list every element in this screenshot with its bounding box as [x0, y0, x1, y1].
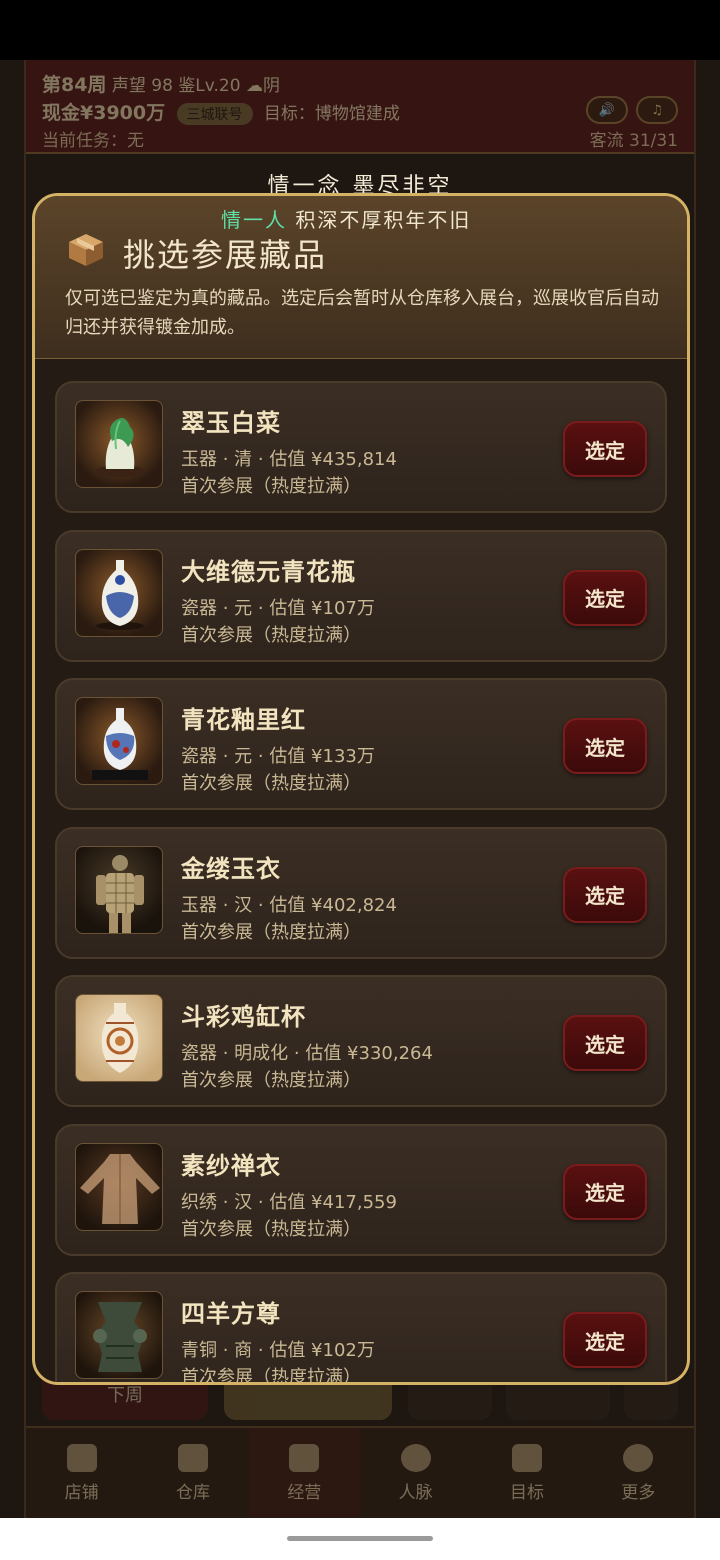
game-screen: 第84周 声望 98 鉴Lv.20 ☁阴 现金¥3900万 三城联号 目标：博物…	[0, 60, 720, 1518]
nav-label: 目标	[509, 1482, 544, 1503]
music-note-icon: ♫	[651, 102, 663, 118]
item-meta: 玉器 · 清 · 估值 ¥435,814	[181, 449, 397, 470]
red-blue-vase-image	[75, 697, 163, 785]
weather-label: ☁阴	[245, 76, 280, 96]
nav-more[interactable]: 更多	[583, 1428, 694, 1518]
item-name: 四羊方尊	[181, 1300, 281, 1328]
reputation-label: 声望 98	[111, 76, 173, 96]
poem-line-modal: 情一人 积深不厚积年不旧	[221, 204, 471, 233]
header-cash-row: 现金¥3900万 三城联号 目标：博物馆建成	[42, 98, 400, 125]
shop-icon	[66, 1443, 97, 1472]
nav-shop[interactable]: 店铺	[26, 1428, 137, 1518]
music-button[interactable]: ♫	[636, 96, 678, 124]
item-note: 首次参展（热度拉满）	[181, 921, 361, 943]
nav-label: 更多	[621, 1482, 656, 1503]
silk-robe-image	[75, 1142, 163, 1231]
modal-title: 挑选参展藏品	[123, 236, 328, 274]
item-note: 首次参展（热度拉满）	[181, 624, 361, 646]
nav-warehouse[interactable]: 仓库	[137, 1428, 248, 1518]
poem-highlight: 情一人	[221, 208, 287, 232]
item-name: 斗彩鸡缸杯	[181, 1003, 306, 1031]
modal-header: 情一人 积深不厚积年不旧 挑选参展藏品 仅可选已鉴定为真的藏品。选定后会暂时从仓…	[35, 196, 687, 359]
sound-button[interactable]: 🔊	[586, 96, 628, 124]
jade-suit-image	[75, 845, 163, 934]
select-button[interactable]: 选定	[563, 1312, 647, 1368]
business-icon	[289, 1443, 320, 1472]
navigation-gesture-bar	[0, 1518, 720, 1560]
list-item: 金缕玉衣 玉器 · 汉 · 估值 ¥402,824 首次参展（热度拉满） 选定	[55, 826, 667, 959]
collection-list[interactable]: 翠玉白菜 玉器 · 清 · 估值 ¥435,814 首次参展（热度拉满） 选定 …	[55, 381, 669, 1385]
nav-business[interactable]: 经营	[248, 1428, 360, 1518]
list-item: 素纱禅衣 织绣 · 汉 · 估值 ¥417,559 首次参展（热度拉满） 选定	[55, 1123, 667, 1256]
item-name: 素纱禅衣	[181, 1151, 281, 1180]
item-note: 首次参展（热度拉满）	[181, 1367, 361, 1385]
item-name: 翠玉白菜	[181, 409, 281, 437]
nav-label: 经营	[287, 1482, 322, 1503]
package-icon	[69, 234, 103, 266]
select-button[interactable]: 选定	[563, 569, 647, 626]
people-icon	[400, 1443, 431, 1472]
item-name: 大维德元青花瓶	[181, 557, 356, 586]
select-button[interactable]: 选定	[563, 421, 647, 477]
item-name: 青花釉里红	[181, 706, 306, 734]
speaker-icon: 🔊	[598, 102, 616, 118]
warehouse-icon	[177, 1443, 208, 1472]
top-header: 第84周 声望 98 鉴Lv.20 ☁阴 现金¥3900万 三城联号 目标：博物…	[26, 60, 694, 154]
city-chip: 三城联号	[176, 103, 253, 125]
nav-label: 仓库	[175, 1482, 210, 1503]
item-note: 首次参展（热度拉满）	[181, 476, 361, 497]
bottom-nav: 店铺 仓库 经营 人脉 目标 更多	[26, 1426, 694, 1518]
select-button[interactable]: 选定	[563, 866, 647, 923]
nav-people[interactable]: 人脉	[360, 1428, 471, 1518]
jade-cabbage-image	[75, 400, 163, 488]
select-button[interactable]: 选定	[563, 1015, 647, 1071]
traffic-label: 客流 31/31	[589, 131, 678, 151]
item-meta: 瓷器 · 元 · 估值 ¥107万	[181, 597, 375, 619]
item-note: 首次参展（热度拉满）	[181, 1070, 361, 1091]
appraisal-level: 鉴Lv.20	[178, 76, 241, 96]
list-item: 斗彩鸡缸杯 瓷器 · 明成化 · 估值 ¥330,264 首次参展（热度拉满） …	[55, 975, 667, 1107]
item-meta: 玉器 · 汉 · 估值 ¥402,824	[181, 894, 397, 916]
home-indicator[interactable]	[287, 1536, 433, 1541]
goal-icon	[511, 1443, 542, 1472]
task-label: 当前任务：无	[42, 131, 144, 151]
list-item: 四羊方尊 青铜 · 商 · 估值 ¥102万 首次参展（热度拉满） 选定	[55, 1272, 667, 1385]
header-stats: 第84周 声望 98 鉴Lv.20 ☁阴	[42, 70, 280, 97]
nav-label: 店铺	[64, 1482, 99, 1503]
doucai-vase-image	[75, 994, 163, 1082]
item-note: 首次参展（热度拉满）	[181, 773, 361, 794]
cash-label: 现金¥3900万	[42, 102, 166, 124]
item-meta: 瓷器 · 元 · 估值 ¥133万	[181, 746, 375, 767]
poem-rest: 积深不厚积年不旧	[287, 208, 472, 232]
goal-label: 目标：博物馆建成	[263, 104, 400, 124]
item-meta: 瓷器 · 明成化 · 估值 ¥330,264	[181, 1043, 433, 1064]
item-meta: 青铜 · 商 · 估值 ¥102万	[181, 1340, 375, 1361]
week-label: 第84周	[42, 74, 107, 96]
modal-description: 仅可选已鉴定为真的藏品。选定后会暂时从仓库移入展台，巡展收官后自动归还并获得镀金…	[65, 288, 659, 338]
system-status-bar	[0, 0, 720, 60]
select-button[interactable]: 选定	[563, 1163, 647, 1220]
exhibit-selection-modal: 情一人 积深不厚积年不旧 挑选参展藏品 仅可选已鉴定为真的藏品。选定后会暂时从仓…	[32, 193, 690, 1385]
list-item: 青花釉里红 瓷器 · 元 · 估值 ¥133万 首次参展（热度拉满） 选定	[55, 678, 667, 810]
item-note: 首次参展（热度拉满）	[181, 1218, 361, 1240]
list-item: 大维德元青花瓶 瓷器 · 元 · 估值 ¥107万 首次参展（热度拉满） 选定	[55, 529, 667, 662]
more-icon	[623, 1443, 654, 1472]
list-item: 翠玉白菜 玉器 · 清 · 估值 ¥435,814 首次参展（热度拉满） 选定	[55, 381, 667, 513]
item-name: 金缕玉衣	[181, 854, 281, 883]
nav-label: 人脉	[398, 1482, 433, 1503]
nav-goal[interactable]: 目标	[471, 1428, 582, 1518]
blue-white-vase-image	[75, 548, 163, 637]
select-button[interactable]: 选定	[563, 718, 647, 774]
bronze-zun-image	[75, 1291, 163, 1379]
item-meta: 织绣 · 汉 · 估值 ¥417,559	[181, 1191, 397, 1213]
